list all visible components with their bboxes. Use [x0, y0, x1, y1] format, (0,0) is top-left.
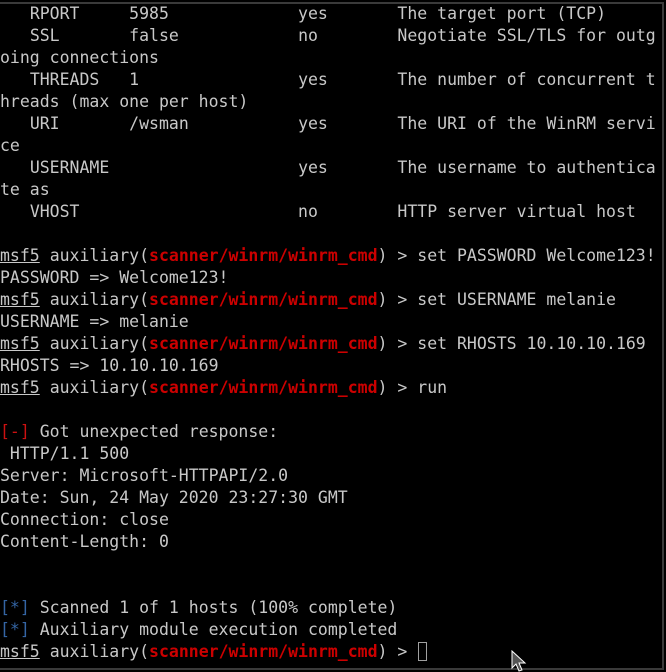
command-text: set USERNAME melanie	[417, 290, 616, 309]
command-text: run	[417, 378, 448, 397]
option-row: THREADS 1 yes The number of concurrent t	[0, 69, 662, 91]
prompt-name: msf5	[0, 290, 40, 309]
option-row: VHOST no HTTP server virtual host	[0, 201, 662, 223]
prompt-module-path: scanner/winrm/winrm_cmd	[149, 378, 378, 397]
command-output-text: USERNAME => melanie	[0, 312, 189, 331]
error-marker: [-]	[0, 422, 30, 441]
command-output-text: PASSWORD => Welcome123!	[0, 268, 229, 287]
option-name: URI	[29, 114, 60, 133]
option-description-wrap: ce	[0, 135, 662, 157]
response-text: Date: Sun, 24 May 2020 23:27:30 GMT	[0, 488, 348, 507]
prompt-name: msf5	[0, 378, 40, 397]
prompt-name: msf5	[0, 642, 40, 661]
option-name: RPORT	[29, 4, 80, 23]
prompt-module-path: scanner/winrm/winrm_cmd	[149, 334, 378, 353]
prompt-symbol: >	[397, 290, 408, 309]
option-description-wrap: te as	[0, 179, 662, 201]
command-output: PASSWORD => Welcome123!	[0, 267, 662, 289]
error-line: [-] Got unexpected response:	[0, 421, 662, 443]
option-description-wrap: oing connections	[0, 47, 662, 69]
status-line: [*] Scanned 1 of 1 hosts (100% complete)	[0, 597, 662, 619]
option-name: VHOST	[29, 202, 80, 221]
option-setting: 5985	[129, 4, 169, 23]
option-description-continued: hreads (max one per host)	[0, 92, 249, 111]
prompt-module-type: auxiliary	[49, 642, 140, 661]
mouse-cursor-icon	[511, 650, 527, 672]
prompt-symbol: >	[397, 246, 408, 265]
prompt-symbol: >	[397, 334, 408, 353]
prompt-module-path: scanner/winrm/winrm_cmd	[149, 290, 378, 309]
response-text: Connection: close	[0, 510, 169, 529]
option-description: HTTP server virtual host	[397, 202, 636, 221]
prompt-module-type: auxiliary	[49, 290, 140, 309]
prompt-module-path: scanner/winrm/winrm_cmd	[149, 642, 378, 661]
response-line: Connection: close	[0, 509, 662, 531]
option-required: no	[298, 26, 318, 45]
prompt-module-type: auxiliary	[49, 246, 140, 265]
option-description-continued: ce	[0, 136, 20, 155]
option-description-wrap: hreads (max one per host)	[0, 91, 662, 113]
status-line: [*] Auxiliary module execution completed	[0, 619, 662, 641]
option-description: The URI of the WinRM servi	[397, 114, 656, 133]
option-required: yes	[298, 114, 328, 133]
response-text: Content-Length: 0	[0, 532, 169, 551]
command-output: USERNAME => melanie	[0, 311, 662, 333]
prompt-module-path: scanner/winrm/winrm_cmd	[149, 246, 378, 265]
option-setting: /wsman	[129, 114, 189, 133]
command-line: msf5 auxiliary(scanner/winrm/winrm_cmd) …	[0, 290, 616, 309]
response-text: Server: Microsoft-HTTPAPI/2.0	[0, 466, 289, 485]
option-required: yes	[298, 4, 328, 23]
option-name: USERNAME	[29, 158, 110, 177]
option-required: yes	[298, 70, 328, 89]
input-line: msf5 auxiliary(scanner/winrm/winrm_cmd) …	[0, 641, 662, 663]
option-description: Negotiate SSL/TLS for outg	[397, 26, 656, 45]
option-name: SSL	[29, 26, 60, 45]
option-required: yes	[298, 158, 328, 177]
prompt-module-type: auxiliary	[49, 334, 140, 353]
status-text: Auxiliary module execution completed	[39, 620, 398, 639]
option-row: SSL false no Negotiate SSL/TLS for outg	[0, 25, 662, 47]
error-message: Got unexpected response:	[39, 422, 279, 441]
prompt-module-type: auxiliary	[49, 378, 140, 397]
response-line: Date: Sun, 24 May 2020 23:27:30 GMT	[0, 487, 662, 509]
command-line: msf5 auxiliary(scanner/winrm/winrm_cmd) …	[0, 378, 448, 397]
response-line: Content-Length: 0	[0, 531, 662, 553]
response-line: Server: Microsoft-HTTPAPI/2.0	[0, 465, 662, 487]
status-text: Scanned 1 of 1 hosts (100% complete)	[39, 598, 398, 617]
command-text: set PASSWORD Welcome123!	[417, 246, 656, 265]
option-setting: false	[129, 26, 179, 45]
text-cursor	[418, 642, 428, 661]
command-output: RHOSTS => 10.10.10.169	[0, 355, 662, 377]
response-text: HTTP/1.1 500	[0, 444, 130, 463]
option-description: The username to authentica	[397, 158, 656, 177]
prompt-symbol: >	[397, 642, 408, 661]
option-setting: 1	[129, 70, 140, 89]
option-description-continued: oing connections	[0, 48, 159, 67]
prompt-name: msf5	[0, 246, 40, 265]
response-line: HTTP/1.1 500	[0, 443, 662, 465]
command-line: msf5 auxiliary(scanner/winrm/winrm_cmd) …	[0, 334, 646, 353]
option-description: The number of concurrent t	[397, 70, 656, 89]
command-line: msf5 auxiliary(scanner/winrm/winrm_cmd) …	[0, 246, 656, 265]
option-description-continued: te as	[0, 180, 50, 199]
option-description: The target port (TCP)	[397, 4, 607, 23]
command-output-text: RHOSTS => 10.10.10.169	[0, 356, 219, 375]
option-required: no	[298, 202, 318, 221]
option-row: URI /wsman yes The URI of the WinRM serv…	[0, 113, 662, 135]
status-marker: [*]	[0, 598, 30, 617]
option-row: USERNAME yes The username to authentica	[0, 157, 662, 179]
option-row: RPORT 5985 yes The target port (TCP)	[0, 4, 662, 25]
terminal-window[interactable]: RPORT 5985 yes The target port (TCP) SSL…	[0, 2, 664, 670]
terminal-output: RPORT 5985 yes The target port (TCP) SSL…	[0, 4, 662, 663]
option-name: THREADS	[29, 70, 100, 89]
command-text: set RHOSTS 10.10.10.169	[417, 334, 646, 353]
prompt-symbol: >	[397, 378, 408, 397]
status-marker: [*]	[0, 620, 30, 639]
prompt-name: msf5	[0, 334, 40, 353]
